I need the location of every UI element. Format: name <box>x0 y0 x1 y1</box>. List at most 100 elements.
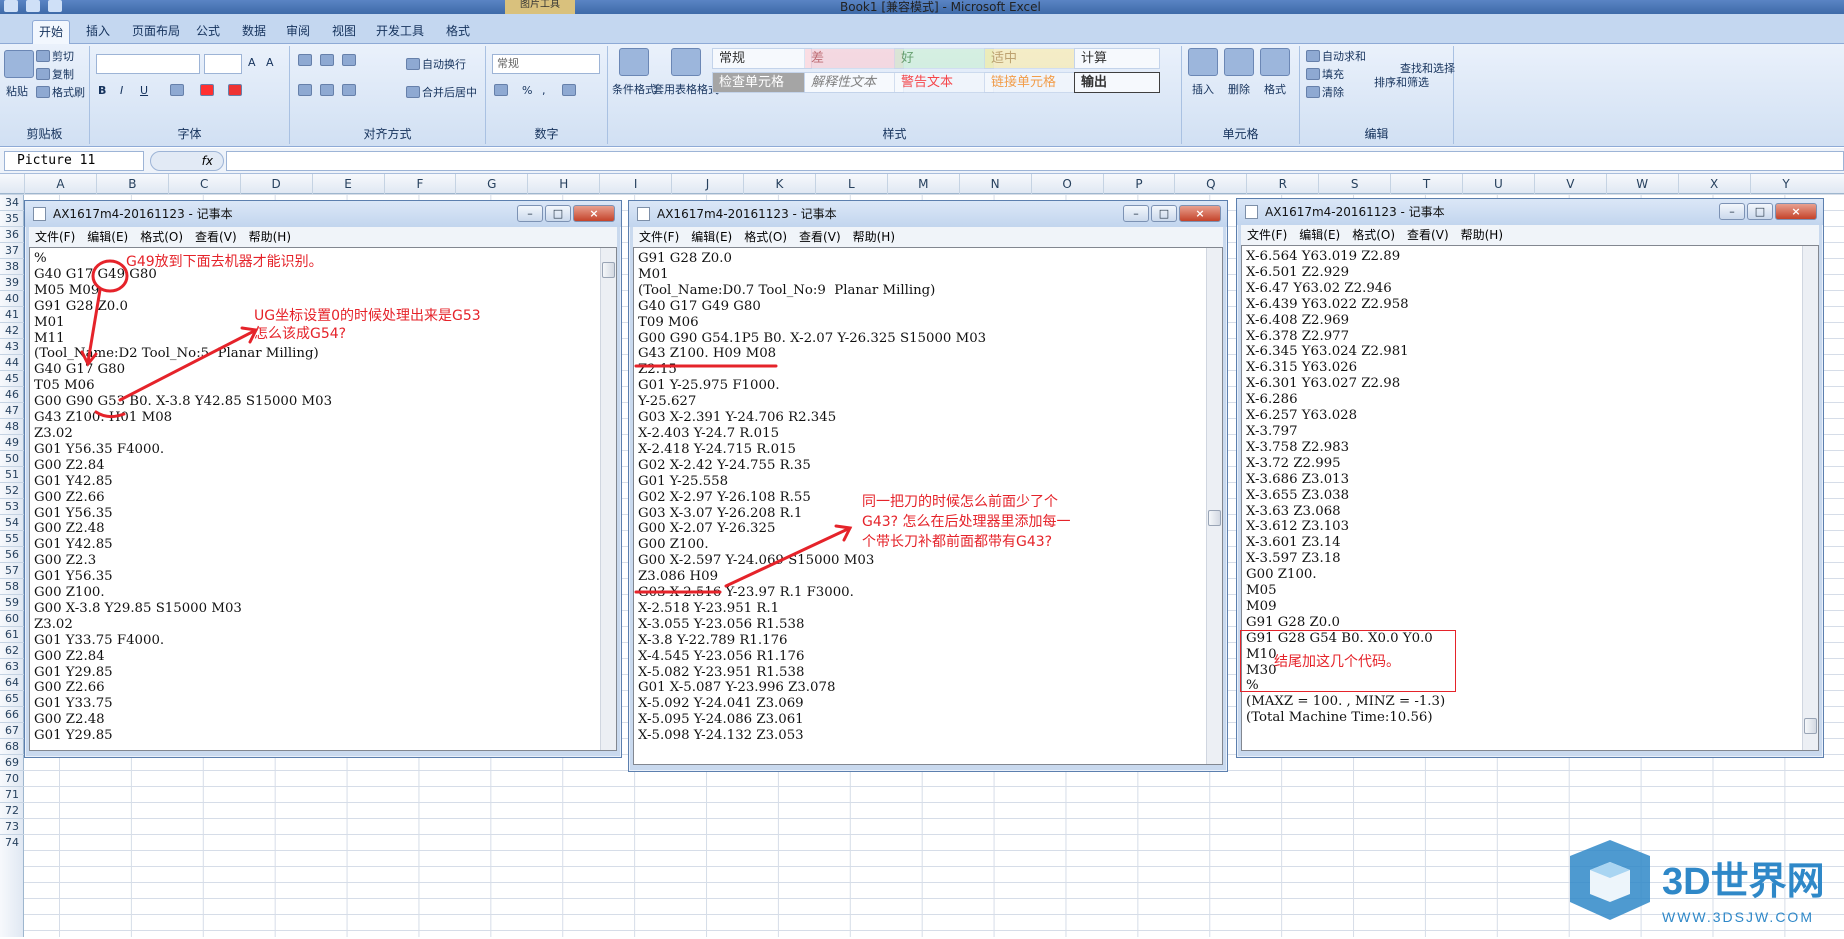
align-middle-button[interactable] <box>320 54 334 66</box>
clear-button[interactable]: 清除 <box>1306 84 1344 100</box>
row-header-43[interactable]: 43 <box>0 338 24 354</box>
font-color-button[interactable] <box>228 84 242 96</box>
column-header-O[interactable]: O <box>1030 174 1103 194</box>
row-header-55[interactable]: 55 <box>0 530 24 546</box>
italic-button[interactable]: I <box>120 84 123 97</box>
close-button[interactable]: × <box>1179 205 1221 222</box>
border-button[interactable] <box>170 84 184 96</box>
align-right-button[interactable] <box>342 84 356 96</box>
notepad-window-2[interactable]: AX1617m4-20161123 - 记事本 – □ × 文件(F) 编辑(E) … <box>628 200 1228 772</box>
row-header-34[interactable]: 34 <box>0 194 24 210</box>
wrap-text-button[interactable]: 自动换行 <box>406 56 466 72</box>
office-button-icon[interactable] <box>4 0 18 12</box>
fill-button[interactable]: 填充 <box>1306 66 1344 82</box>
menu-view[interactable]: 查看(V) <box>195 227 237 247</box>
font-family-select[interactable] <box>96 54 200 74</box>
align-left-button[interactable] <box>298 84 312 96</box>
format-painter-button[interactable]: 格式刷 <box>36 84 85 100</box>
scrollbar-thumb[interactable] <box>1804 718 1817 734</box>
tab-review[interactable]: 审阅 <box>280 20 316 44</box>
paste-button[interactable]: 粘贴 <box>4 50 34 99</box>
tab-insert[interactable]: 插入 <box>80 20 116 44</box>
formula-input[interactable] <box>226 151 1844 171</box>
maximize-button[interactable]: □ <box>545 205 571 222</box>
row-header-56[interactable]: 56 <box>0 546 24 562</box>
row-header-35[interactable]: 35 <box>0 210 24 226</box>
align-bottom-button[interactable] <box>342 54 356 66</box>
row-header-42[interactable]: 42 <box>0 322 24 338</box>
minimize-button[interactable]: – <box>517 205 543 222</box>
column-header-V[interactable]: V <box>1533 174 1606 194</box>
row-header-58[interactable]: 58 <box>0 578 24 594</box>
column-header-K[interactable]: K <box>743 174 815 194</box>
menu-help[interactable]: 帮助(H) <box>853 227 895 247</box>
column-header-S[interactable]: S <box>1318 174 1390 194</box>
grow-font-button[interactable]: A <box>248 56 256 69</box>
style-check-cell[interactable]: 检查单元格 <box>712 72 812 93</box>
row-header-38[interactable]: 38 <box>0 258 24 274</box>
row-header-44[interactable]: 44 <box>0 354 24 370</box>
row-header-69[interactable]: 69 <box>0 754 24 770</box>
style-linked[interactable]: 链接单元格 <box>984 72 1084 93</box>
align-center-button[interactable] <box>320 84 334 96</box>
close-button[interactable]: × <box>1775 203 1817 220</box>
tab-page-layout[interactable]: 页面布局 <box>126 20 186 44</box>
close-button[interactable]: × <box>573 205 615 222</box>
menu-help[interactable]: 帮助(H) <box>1461 225 1503 245</box>
row-header-45[interactable]: 45 <box>0 370 24 386</box>
row-header-54[interactable]: 54 <box>0 514 24 530</box>
bold-button[interactable]: B <box>98 84 106 97</box>
scrollbar-thumb[interactable] <box>1208 510 1221 526</box>
format-cells-button[interactable]: 格式 <box>1260 48 1290 97</box>
menu-format[interactable]: 格式(O) <box>140 227 183 247</box>
column-header-U[interactable]: U <box>1462 174 1534 194</box>
column-header-G[interactable]: G <box>455 174 527 194</box>
style-output[interactable]: 输出 <box>1074 72 1160 93</box>
decimal-button[interactable] <box>562 84 576 96</box>
column-header-Y[interactable]: Y <box>1749 174 1822 194</box>
minimize-button[interactable]: – <box>1123 205 1149 222</box>
menu-format[interactable]: 格式(O) <box>744 227 787 247</box>
vertical-scrollbar[interactable] <box>600 248 616 750</box>
row-header-46[interactable]: 46 <box>0 386 24 402</box>
row-header-52[interactable]: 52 <box>0 482 24 498</box>
row-header-61[interactable]: 61 <box>0 626 24 642</box>
delete-cells-button[interactable]: 删除 <box>1224 48 1254 97</box>
minimize-button[interactable]: – <box>1719 203 1745 220</box>
comma-button[interactable]: , <box>542 84 546 97</box>
row-header-64[interactable]: 64 <box>0 674 24 690</box>
column-header-T[interactable]: T <box>1390 174 1462 194</box>
row-header-36[interactable]: 36 <box>0 226 24 242</box>
menu-file[interactable]: 文件(F) <box>35 227 75 247</box>
tab-formulas[interactable]: 公式 <box>190 20 226 44</box>
vertical-scrollbar[interactable] <box>1802 246 1818 750</box>
row-header-49[interactable]: 49 <box>0 434 24 450</box>
column-header-M[interactable]: M <box>886 174 959 194</box>
font-size-select[interactable] <box>204 54 242 74</box>
row-header-68[interactable]: 68 <box>0 738 24 754</box>
menu-view[interactable]: 查看(V) <box>1407 225 1449 245</box>
menu-format[interactable]: 格式(O) <box>1352 225 1395 245</box>
function-button[interactable]: fx <box>150 151 224 171</box>
menu-file[interactable]: 文件(F) <box>639 227 679 247</box>
row-header-50[interactable]: 50 <box>0 450 24 466</box>
row-header-53[interactable]: 53 <box>0 498 24 514</box>
name-box[interactable]: Picture 11 <box>4 151 144 171</box>
tab-developer[interactable]: 开发工具 <box>370 20 430 44</box>
row-header-74[interactable]: 74 <box>0 834 24 850</box>
align-top-button[interactable] <box>298 54 312 66</box>
copy-button[interactable]: 复制 <box>36 66 74 82</box>
menu-file[interactable]: 文件(F) <box>1247 225 1287 245</box>
column-header-X[interactable]: X <box>1677 174 1750 194</box>
style-explanatory[interactable]: 解释性文本 <box>804 72 904 93</box>
shrink-font-button[interactable]: A <box>266 56 274 69</box>
scrollbar-thumb[interactable] <box>602 262 615 278</box>
column-header-I[interactable]: I <box>599 174 671 194</box>
tab-format[interactable]: 格式 <box>440 20 476 44</box>
row-header-37[interactable]: 37 <box>0 242 24 258</box>
column-header-B[interactable]: B <box>95 174 168 194</box>
column-header-P[interactable]: P <box>1102 174 1175 194</box>
row-header-70[interactable]: 70 <box>0 770 24 786</box>
cut-button[interactable]: 剪切 <box>36 48 74 64</box>
style-calculation[interactable]: 计算 <box>1074 48 1160 69</box>
